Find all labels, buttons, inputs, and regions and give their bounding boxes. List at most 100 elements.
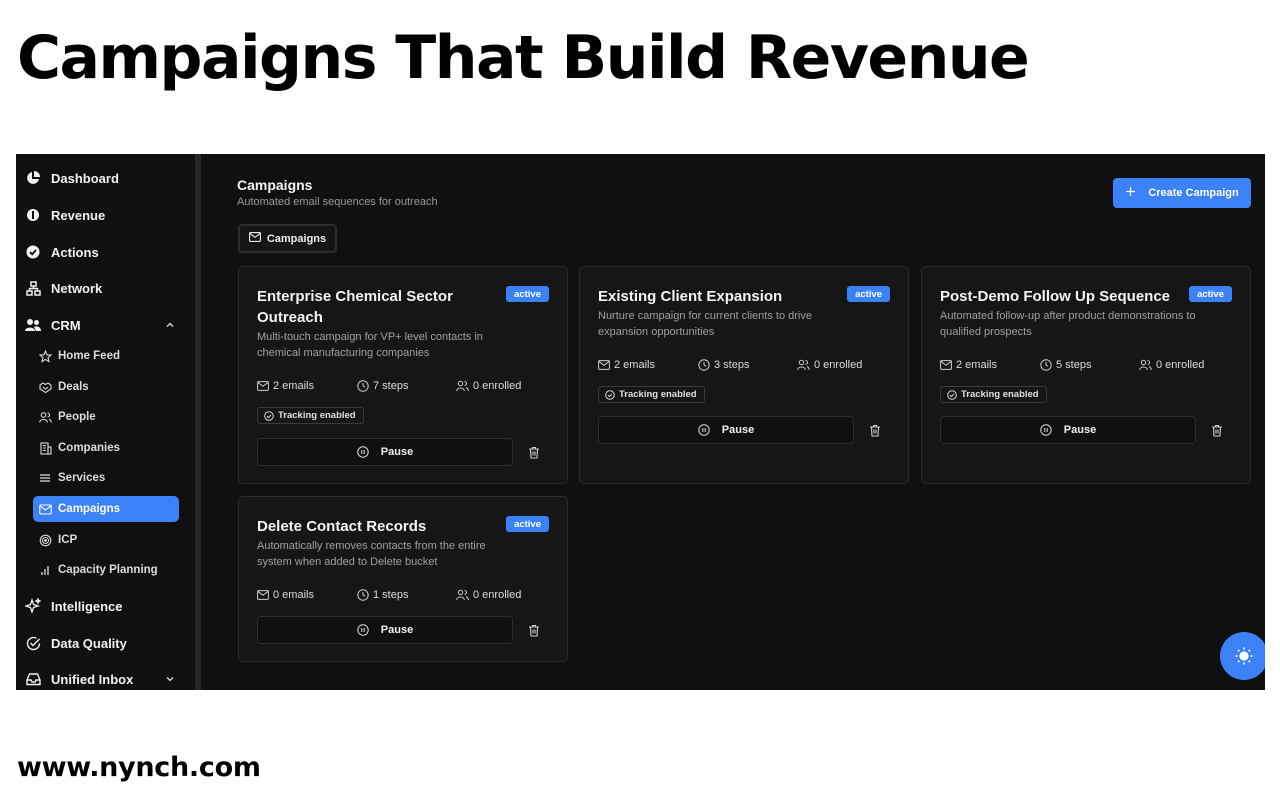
sidebar-item-companies[interactable]: Companies [33,435,179,461]
trash-icon[interactable] [526,444,542,460]
sidebar-item-deals[interactable]: Deals [33,374,179,400]
steps-count: 1 steps [357,589,408,601]
tab-label: Campaigns [266,232,327,245]
enrolled-count: 0 enrolled [797,359,862,371]
sidebar-item-dashboard[interactable]: Dashboard [25,166,119,190]
check-circle-icon [25,244,41,260]
page-headline: Campaigns That Build Revenue [17,23,1030,93]
network-icon [25,280,41,296]
pause-button[interactable]: Pause [940,416,1196,444]
sidebar-item-home-feed[interactable]: Home Feed [33,343,179,369]
tracking-badge: Tracking enabled [940,386,1047,403]
sidebar: Dashboard Revenue Actions Network CRM Ho… [16,154,194,690]
pause-icon [698,424,710,436]
emails-count: 0 emails [257,589,314,601]
status-badge: active [506,516,549,532]
campaign-title: Enterprise Chemical Sector Outreach [257,288,453,326]
bar-chart-icon [38,563,52,577]
status-badge: active [1189,286,1232,302]
sparkles-icon [25,598,41,614]
pause-icon [357,624,369,636]
status-badge: active [506,286,549,302]
campaign-description: Automated follow-up after product demons… [940,310,1196,338]
campaign-title: Existing Client Expansion [598,288,783,305]
sidebar-item-intelligence[interactable]: Intelligence [25,594,123,618]
campaign-card: Existing Client Expansion active Nurture… [579,266,909,484]
sidebar-item-label: ICP [58,534,78,546]
mail-icon [257,590,269,600]
sidebar-item-network[interactable]: Network [25,276,102,300]
sidebar-item-label: CRM [51,317,81,333]
sidebar-item-crm[interactable]: CRM [25,313,185,337]
pause-button[interactable]: Pause [598,416,854,444]
sidebar-item-label: Deals [58,381,89,393]
sidebar-item-actions[interactable]: Actions [25,240,99,264]
sidebar-item-services[interactable]: Services [33,465,179,491]
plus-icon [1125,186,1136,200]
mail-icon [940,360,952,370]
pause-button[interactable]: Pause [257,616,513,644]
pause-icon [1040,424,1052,436]
steps-count: 5 steps [1040,359,1091,371]
mail-icon [257,381,269,391]
sidebar-item-unified-inbox[interactable]: Unified Inbox [25,667,185,690]
pause-button[interactable]: Pause [257,438,513,466]
sidebar-item-revenue[interactable]: Revenue [25,203,105,227]
star-icon [38,349,52,363]
people-icon [38,410,52,424]
steps-count: 7 steps [357,380,408,392]
emails-count: 2 emails [940,359,997,371]
trash-icon[interactable] [1209,422,1225,438]
mail-icon [598,360,610,370]
create-campaign-label: Create Campaign [1148,187,1239,199]
mail-icon [248,232,261,245]
pie-chart-icon [25,170,41,186]
clock-icon [357,589,369,601]
campaign-title: Delete Contact Records [257,518,427,535]
enrolled-count: 0 enrolled [1139,359,1204,371]
building-icon [38,441,52,455]
clock-icon [698,359,710,371]
status-badge: active [847,286,890,302]
chevron-up-icon [163,318,177,332]
sidebar-item-people[interactable]: People [33,404,179,430]
page-subtitle: Automated email sequences for outreach [237,196,438,208]
check-circle-icon [947,389,957,400]
sidebar-item-label: Home Feed [58,350,120,362]
footer-url: www.nynch.com [17,752,261,783]
tracking-badge: Tracking enabled [257,407,364,424]
sidebar-item-label: Revenue [51,207,106,223]
page-title: Campaigns [237,177,313,193]
trash-icon[interactable] [526,622,542,638]
people-icon [456,589,469,601]
mail-icon [38,502,52,516]
sidebar-item-label: Campaigns [58,503,120,515]
sidebar-scrollbar[interactable] [195,154,201,690]
theme-toggle-button[interactable] [1220,632,1265,680]
enrolled-count: 0 enrolled [456,380,521,392]
sidebar-item-label: People [58,411,96,423]
emails-count: 2 emails [598,359,655,371]
tracking-badge: Tracking enabled [598,386,705,403]
revenue-icon [25,207,41,223]
tab-campaigns[interactable]: Campaigns [238,224,337,253]
sidebar-item-data-quality[interactable]: Data Quality [25,631,127,655]
people-icon [797,359,810,371]
create-campaign-button[interactable]: Create Campaign [1113,178,1251,208]
sidebar-item-label: Dashboard [51,170,119,186]
handshake-icon [38,380,52,394]
campaign-card: Enterprise Chemical Sector Outreach acti… [238,266,568,484]
app-window: Dashboard Revenue Actions Network CRM Ho… [16,154,1265,690]
check-circle-icon [605,389,615,400]
sidebar-item-icp[interactable]: ICP [33,527,179,553]
campaign-card: Post-Demo Follow Up Sequence active Auto… [921,266,1251,484]
pause-icon [357,446,369,458]
sidebar-item-campaigns[interactable]: Campaigns [33,496,179,522]
trash-icon[interactable] [867,422,883,438]
check-circle-icon [264,410,274,421]
sidebar-item-capacity-planning[interactable]: Capacity Planning [33,557,179,583]
campaign-title: Post-Demo Follow Up Sequence [940,288,1171,305]
campaign-description: Automatically removes contacts from the … [257,540,486,568]
chevron-down-icon [163,672,177,686]
sidebar-item-label: Intelligence [51,598,123,614]
